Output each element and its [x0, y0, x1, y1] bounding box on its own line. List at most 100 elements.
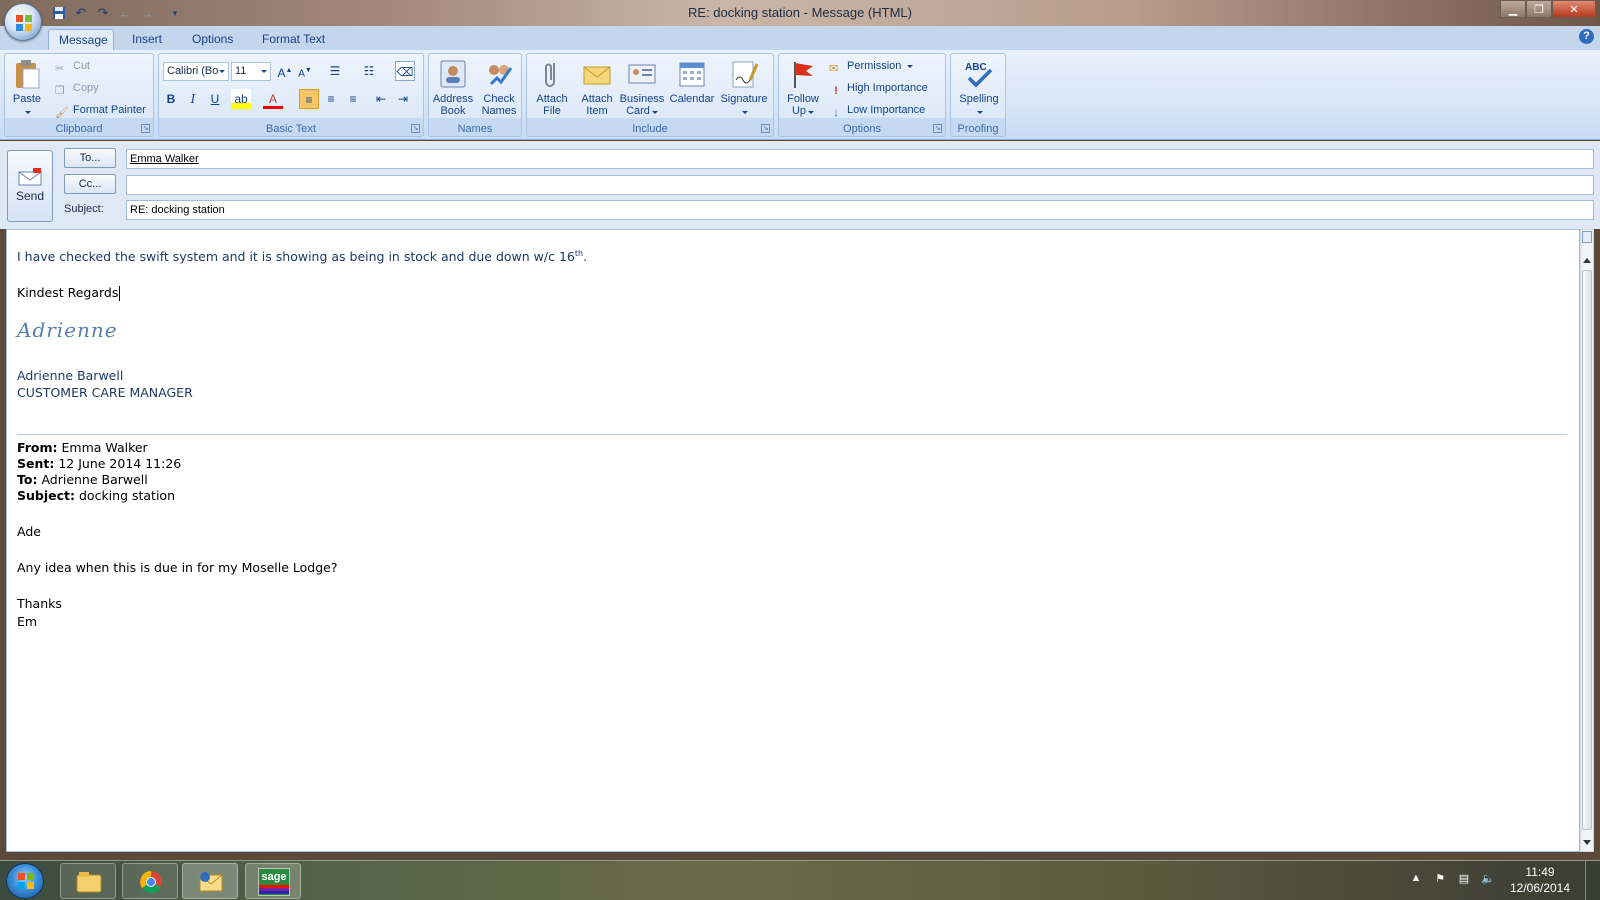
down-arrow-icon: ↓ — [833, 107, 839, 119]
send-button[interactable]: Send — [7, 150, 53, 222]
minimize-button[interactable]: ▁ — [1500, 0, 1526, 18]
align-center-icon[interactable]: ≡ — [321, 89, 341, 109]
start-button[interactable] — [6, 863, 44, 899]
follow-up-button[interactable]: Follow Up — [781, 56, 825, 120]
proofing-group-label: Proofing — [957, 123, 999, 135]
taskbar-chrome[interactable] — [122, 863, 178, 899]
message-body-editor[interactable] — [6, 229, 1580, 852]
follow-up-dropdown-icon[interactable] — [808, 111, 815, 114]
cc-button[interactable]: Cc... — [64, 174, 116, 194]
scroll-thumb[interactable] — [1582, 270, 1592, 830]
copy-button[interactable]: ❐ Copy — [55, 78, 99, 98]
options-dialog-launcher-icon[interactable]: ↘ — [933, 124, 942, 133]
include-dialog-launcher-icon[interactable]: ↘ — [761, 124, 770, 133]
bullets-icon[interactable]: ☰ — [325, 61, 345, 81]
quoted-thanks: Thanks — [17, 596, 62, 611]
vertical-scrollbar[interactable] — [1580, 229, 1594, 852]
to-field[interactable]: Emma Walker — [126, 149, 1594, 169]
action-center-flag-icon[interactable]: ⚑ — [1432, 872, 1448, 888]
maximize-button[interactable]: ❐ — [1526, 0, 1552, 18]
subject-field[interactable]: RE: docking station — [126, 200, 1594, 220]
shrink-font-icon[interactable]: A▼ — [295, 61, 315, 81]
address-book-label-2: Book — [440, 105, 466, 117]
options-group-label: Options — [843, 123, 881, 135]
ribbon: Paste ✂ Cut ❐ Copy 🖌 Format Painter Clipboa… — [0, 50, 1600, 140]
quoted-signoff: Em — [17, 614, 38, 629]
signature-dropdown-icon[interactable] — [742, 111, 748, 114]
highlight-icon[interactable]: ab — [231, 89, 251, 109]
regards-text: Kindest Regards — [17, 285, 119, 300]
font-size-combo[interactable]: 11 — [231, 62, 271, 81]
italic-icon[interactable]: I — [183, 89, 203, 109]
calendar-button[interactable]: Calendar — [667, 56, 717, 120]
grow-font-icon[interactable]: A▲ — [275, 61, 295, 81]
clipboard-dialog-launcher-icon[interactable]: ↘ — [141, 124, 150, 133]
numbering-icon[interactable]: ☷ — [359, 61, 379, 81]
show-hidden-icons-icon[interactable]: ▲ — [1408, 872, 1424, 888]
font-name-combo[interactable]: Calibri (Bo — [163, 62, 229, 81]
close-button[interactable]: ✕ — [1552, 0, 1596, 18]
permission-button[interactable]: ✉ Permission — [829, 56, 914, 76]
align-left-icon[interactable]: ≡ — [299, 89, 319, 109]
paste-button[interactable]: Paste — [9, 56, 45, 120]
spelling-check-icon: ABC — [965, 62, 993, 88]
help-icon[interactable]: ? — [1579, 29, 1594, 44]
taskbar-outlook[interactable] — [182, 863, 238, 899]
font-size-dropdown-icon[interactable] — [261, 70, 267, 73]
tab-message[interactable]: Message — [48, 29, 114, 50]
business-card-button[interactable]: Business Card — [617, 56, 667, 120]
decrease-indent-icon[interactable]: ⇤ — [371, 89, 391, 109]
basic-text-group: Calibri (Bo 11 A▲ A▼ ☰ ☷ ⌫ B I U ab A ≡ … — [158, 53, 424, 137]
permission-icon: ✉ — [829, 63, 839, 75]
to-button[interactable]: To... — [64, 148, 116, 168]
address-book-button[interactable]: Address Book — [431, 56, 475, 120]
to-recipient[interactable]: Emma Walker — [130, 153, 199, 165]
attach-file-button[interactable]: Attach File — [529, 56, 575, 120]
network-icon[interactable]: ▤ — [1456, 872, 1472, 888]
low-importance-button[interactable]: ↓ Low Importance — [829, 100, 925, 120]
format-painter-button[interactable]: 🖌 Format Painter — [55, 100, 146, 120]
send-icon — [18, 168, 42, 186]
cc-field[interactable] — [126, 175, 1594, 195]
taskbar-sage[interactable]: sage — [245, 863, 301, 899]
font-name-dropdown-icon[interactable] — [219, 70, 225, 73]
envelope-icon — [583, 66, 611, 85]
show-desktop-button[interactable] — [1585, 861, 1599, 900]
taskbar-explorer[interactable] — [60, 863, 116, 899]
format-painter-label: Format Painter — [73, 104, 146, 116]
bold-icon[interactable]: B — [161, 89, 181, 109]
basic-text-dialog-launcher-icon[interactable]: ↘ — [411, 124, 420, 133]
scroll-up-icon[interactable] — [1583, 258, 1591, 263]
check-names-button[interactable]: Check Names — [477, 56, 521, 120]
subject-label: Subject: — [64, 203, 104, 215]
increase-indent-icon[interactable]: ⇥ — [393, 89, 413, 109]
attach-item-label-2: Item — [586, 105, 608, 117]
office-button[interactable] — [4, 3, 42, 41]
signature-button[interactable]: Signature — [717, 56, 771, 120]
scroll-down-icon[interactable] — [1583, 840, 1591, 845]
spelling-dropdown-icon[interactable] — [977, 111, 983, 114]
high-importance-button[interactable]: ! High Importance — [829, 78, 928, 98]
view-ruler-icon[interactable] — [1582, 231, 1592, 243]
font-color-icon[interactable]: A — [263, 89, 283, 109]
tab-options[interactable]: Options — [182, 29, 243, 50]
align-right-icon[interactable]: ≡ — [343, 89, 363, 109]
clock-date[interactable]: 12/06/2014 — [1504, 881, 1576, 895]
sage-icon-label: sage — [261, 871, 287, 883]
underline-icon[interactable]: U — [205, 89, 225, 109]
attach-item-button[interactable]: Attach Item — [575, 56, 619, 120]
tab-format-text[interactable]: Format Text — [252, 29, 335, 50]
clear-formatting-icon[interactable]: ⌫ — [395, 61, 415, 81]
paintbrush-icon: 🖌 — [55, 107, 69, 119]
volume-icon[interactable]: 🔈 — [1480, 872, 1496, 888]
clock-time[interactable]: 11:49 — [1510, 865, 1570, 879]
reply-end: . — [583, 249, 588, 265]
business-card-dropdown-icon[interactable] — [651, 111, 658, 114]
permission-dropdown-icon[interactable] — [907, 64, 914, 68]
options-group: Follow Up ✉ Permission ! High Importance ↓ L… — [778, 53, 946, 137]
tab-insert[interactable]: Insert — [122, 29, 172, 50]
spelling-button[interactable]: ABC Spelling — [953, 56, 1005, 120]
windows-logo-icon — [18, 873, 34, 889]
cut-button[interactable]: ✂ Cut — [55, 56, 90, 76]
paste-dropdown-icon[interactable] — [25, 111, 31, 114]
